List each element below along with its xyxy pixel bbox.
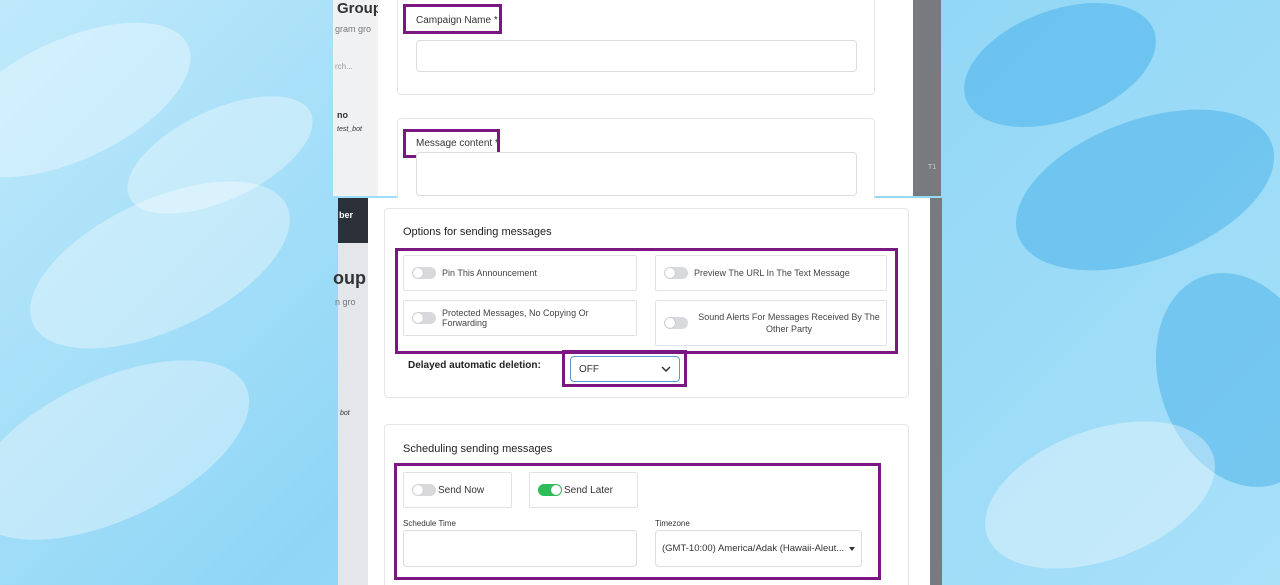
- bg-group-sub-2: n gro: [335, 297, 356, 307]
- bg-right-stub: T1: [928, 164, 937, 171]
- bg-bot-name-1: test_bot: [337, 126, 362, 133]
- bg-group-sub-1: gram gro: [335, 24, 372, 34]
- campaign-name-input[interactable]: [416, 40, 857, 72]
- bg-search: rch...: [335, 62, 353, 71]
- delayed-deletion-label: Delayed automatic deletion:: [408, 360, 541, 371]
- bg-header-cell: ber: [339, 210, 354, 220]
- scheduling-title: Scheduling sending messages: [403, 443, 553, 455]
- campaign-name-highlight: [403, 4, 502, 34]
- message-content-input[interactable]: [416, 152, 857, 196]
- bg-col-header: no: [337, 110, 348, 120]
- bg-bot-name-2: bot: [340, 410, 350, 417]
- delayed-deletion-highlight: [562, 350, 687, 387]
- options-title: Options for sending messages: [403, 226, 552, 238]
- bg-dark-header: [338, 198, 368, 243]
- bg-group-title-1: Group: [337, 0, 382, 17]
- bg-group-title-2: oup: [333, 268, 366, 288]
- options-highlight: [395, 248, 898, 354]
- scheduling-highlight: [394, 463, 881, 580]
